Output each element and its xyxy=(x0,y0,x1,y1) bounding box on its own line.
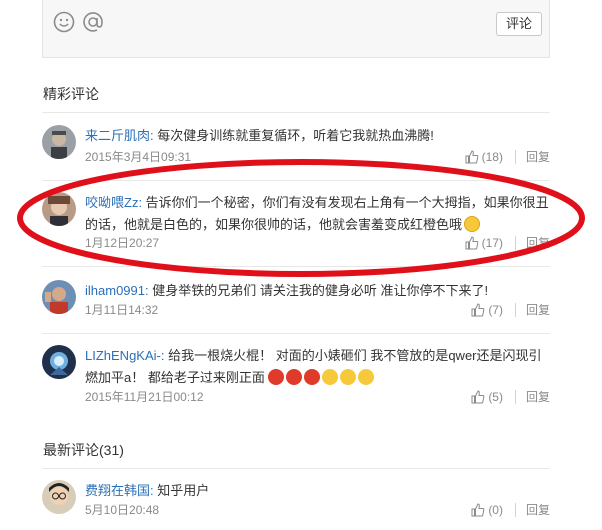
like-count: (0) xyxy=(488,502,503,517)
comment-time: 2015年3月4日09:31 xyxy=(85,150,192,164)
like-button[interactable]: (5) xyxy=(471,390,503,404)
reply-link[interactable]: 回复 xyxy=(526,301,550,318)
latest-comments-title: 最新评论(31) xyxy=(43,442,124,458)
like-button[interactable]: (0) xyxy=(471,503,503,517)
comment-time: 2015年11月21日00:12 xyxy=(85,390,204,404)
frustrated-emoji-icon xyxy=(340,369,357,385)
divider xyxy=(42,266,550,267)
divider xyxy=(42,333,550,334)
comment-author[interactable]: 咬呦喂Zz: xyxy=(85,195,142,210)
reply-link[interactable]: 回复 xyxy=(526,501,550,518)
thumbs-up-icon xyxy=(471,389,485,403)
thumbs-up-icon xyxy=(465,235,478,249)
comment-actions: (17) 回复 xyxy=(465,234,550,251)
comment-actions: (18) 回复 xyxy=(465,148,550,165)
avatar[interactable] xyxy=(42,280,76,314)
comment-author[interactable]: 费翔在韩国: xyxy=(85,483,154,498)
comment-time: 1月12日20:27 xyxy=(85,236,160,250)
comment-author[interactable]: LIZhENgKAi-: xyxy=(85,348,164,363)
comment-item: 来二斤肌肉: 每次健身训练就重复循环，听着它我就热血沸腾! 2015年3月4日0… xyxy=(42,125,550,175)
comment-text: 来二斤肌肉: 每次健身训练就重复循环，听着它我就热血沸腾! xyxy=(85,128,434,143)
comment-item: ilham0991: 健身举铁的兄弟们 请关注我的健身必听 准让你停不下来了! … xyxy=(42,280,550,324)
like-count: (5) xyxy=(488,389,503,404)
submit-comment-button[interactable]: 评论 xyxy=(496,12,542,36)
comment-text: 咬呦喂Zz: 告诉你们一个秘密，你们有没有发现右上角有一个大拇指，如果你很丑的话… xyxy=(85,195,549,232)
thumbs-up-icon xyxy=(471,502,485,516)
thumbs-up-icon xyxy=(465,149,478,163)
comment-text: LIZhENgKAi-: 给我一根烧火棍！ 对面的小婊砸们 我不管放的是qwer… xyxy=(85,348,542,385)
frustrated-emoji-icon xyxy=(322,369,339,385)
comment-item: 费翔在韩国: 知乎用户 5月10日20:48 (0) 回复 xyxy=(42,480,550,524)
divider xyxy=(42,112,550,113)
like-count: (17) xyxy=(481,235,503,250)
like-button[interactable]: (17) xyxy=(465,236,503,250)
avatar[interactable] xyxy=(42,480,76,514)
like-button[interactable]: (7) xyxy=(471,303,503,317)
divider xyxy=(42,468,550,469)
emoji-icon[interactable] xyxy=(53,11,75,33)
angry-emoji-icon xyxy=(286,369,303,385)
divider xyxy=(514,235,516,250)
reply-link[interactable]: 回复 xyxy=(526,234,550,251)
mention-icon[interactable] xyxy=(82,11,104,33)
comment-time: 5月10日20:48 xyxy=(85,503,160,517)
angry-emoji-icon xyxy=(304,369,321,385)
avatar[interactable] xyxy=(42,192,76,226)
divider xyxy=(514,502,516,517)
angry-emoji-icon xyxy=(268,369,285,385)
comment-author[interactable]: ilham0991: xyxy=(85,283,149,298)
like-count: (18) xyxy=(481,149,503,164)
comment-actions: (0) 回复 xyxy=(471,501,550,518)
divider xyxy=(42,180,550,181)
comment-composer: 评论 xyxy=(42,0,550,58)
divider xyxy=(514,302,516,317)
comment-actions: (5) 回复 xyxy=(471,388,550,405)
comment-text: 费翔在韩国: 知乎用户 xyxy=(85,483,210,498)
frustrated-emoji-icon xyxy=(358,369,375,385)
avatar[interactable] xyxy=(42,125,76,159)
reply-link[interactable]: 回复 xyxy=(526,148,550,165)
thumbs-up-icon xyxy=(471,302,485,316)
comment-text: ilham0991: 健身举铁的兄弟们 请关注我的健身必听 准让你停不下来了! xyxy=(85,283,489,298)
comment-item: LIZhENgKAi-: 给我一根烧火棍！ 对面的小婊砸们 我不管放的是qwer… xyxy=(42,345,550,407)
divider xyxy=(514,149,516,164)
comment-item: 咬呦喂Zz: 告诉你们一个秘密，你们有没有发现右上角有一个大拇指，如果你很丑的话… xyxy=(42,192,550,254)
comment-author[interactable]: 来二斤肌肉: xyxy=(85,128,154,143)
divider xyxy=(514,389,516,404)
like-button[interactable]: (18) xyxy=(465,150,503,164)
comment-time: 1月11日14:32 xyxy=(85,303,159,317)
blush-emoji-icon xyxy=(464,216,481,232)
featured-comments-title: 精彩评论 xyxy=(43,86,99,102)
like-count: (7) xyxy=(488,302,503,317)
comment-actions: (7) 回复 xyxy=(471,301,550,318)
avatar[interactable] xyxy=(42,345,76,379)
reply-link[interactable]: 回复 xyxy=(526,388,550,405)
